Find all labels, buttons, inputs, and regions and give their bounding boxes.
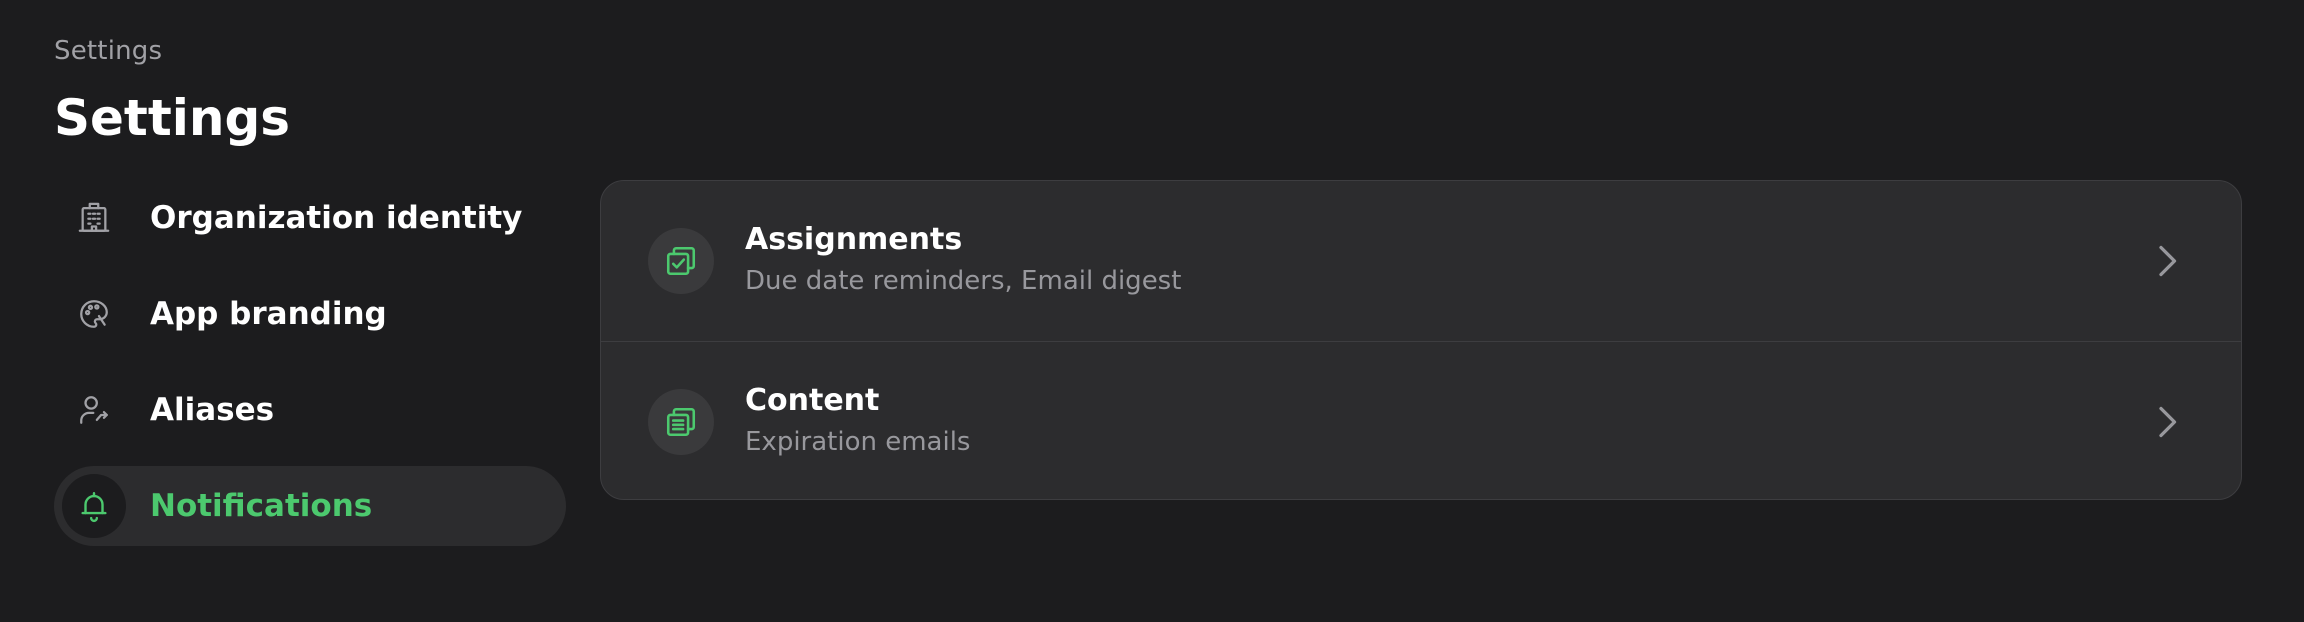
row-text: Assignments Due date reminders, Email di… [745, 221, 1181, 299]
sidebar-item-label: Aliases [150, 392, 275, 428]
chevron-right-icon [2149, 243, 2185, 279]
sidebar-item-organization-identity[interactable]: Organization identity [54, 178, 566, 258]
notification-row-assignments[interactable]: Assignments Due date reminders, Email di… [601, 181, 2241, 341]
row-title: Assignments [745, 222, 963, 257]
sidebar-item-aliases[interactable]: Aliases [54, 370, 566, 450]
page-title: Settings [54, 89, 291, 147]
documents-icon [648, 389, 714, 455]
row-title: Content [745, 383, 880, 418]
user-arrow-icon [62, 378, 126, 442]
row-subtitle: Due date reminders, Email digest [745, 266, 1182, 296]
sidebar-item-notifications[interactable]: Notifications [54, 466, 566, 546]
row-subtitle: Expiration emails [745, 427, 971, 457]
breadcrumb[interactable]: Settings [54, 36, 162, 66]
notification-row-content[interactable]: Content Expiration emails [601, 341, 2241, 499]
chevron-right-icon [2149, 404, 2185, 440]
sidebar-item-label: Organization identity [150, 200, 523, 236]
settings-sidebar: Organization identity App branding Alias… [54, 178, 566, 562]
building-icon [62, 186, 126, 250]
palette-icon [62, 282, 126, 346]
sidebar-item-label: App branding [150, 296, 387, 332]
row-text: Content Expiration emails [745, 382, 970, 460]
sidebar-item-label: Notifications [150, 488, 373, 524]
bell-icon [62, 474, 126, 538]
notification-categories-card: Assignments Due date reminders, Email di… [600, 180, 2242, 500]
settings-page: Settings Settings Organization identity [0, 0, 2304, 622]
checklist-icon [648, 228, 714, 294]
sidebar-item-app-branding[interactable]: App branding [54, 274, 566, 354]
